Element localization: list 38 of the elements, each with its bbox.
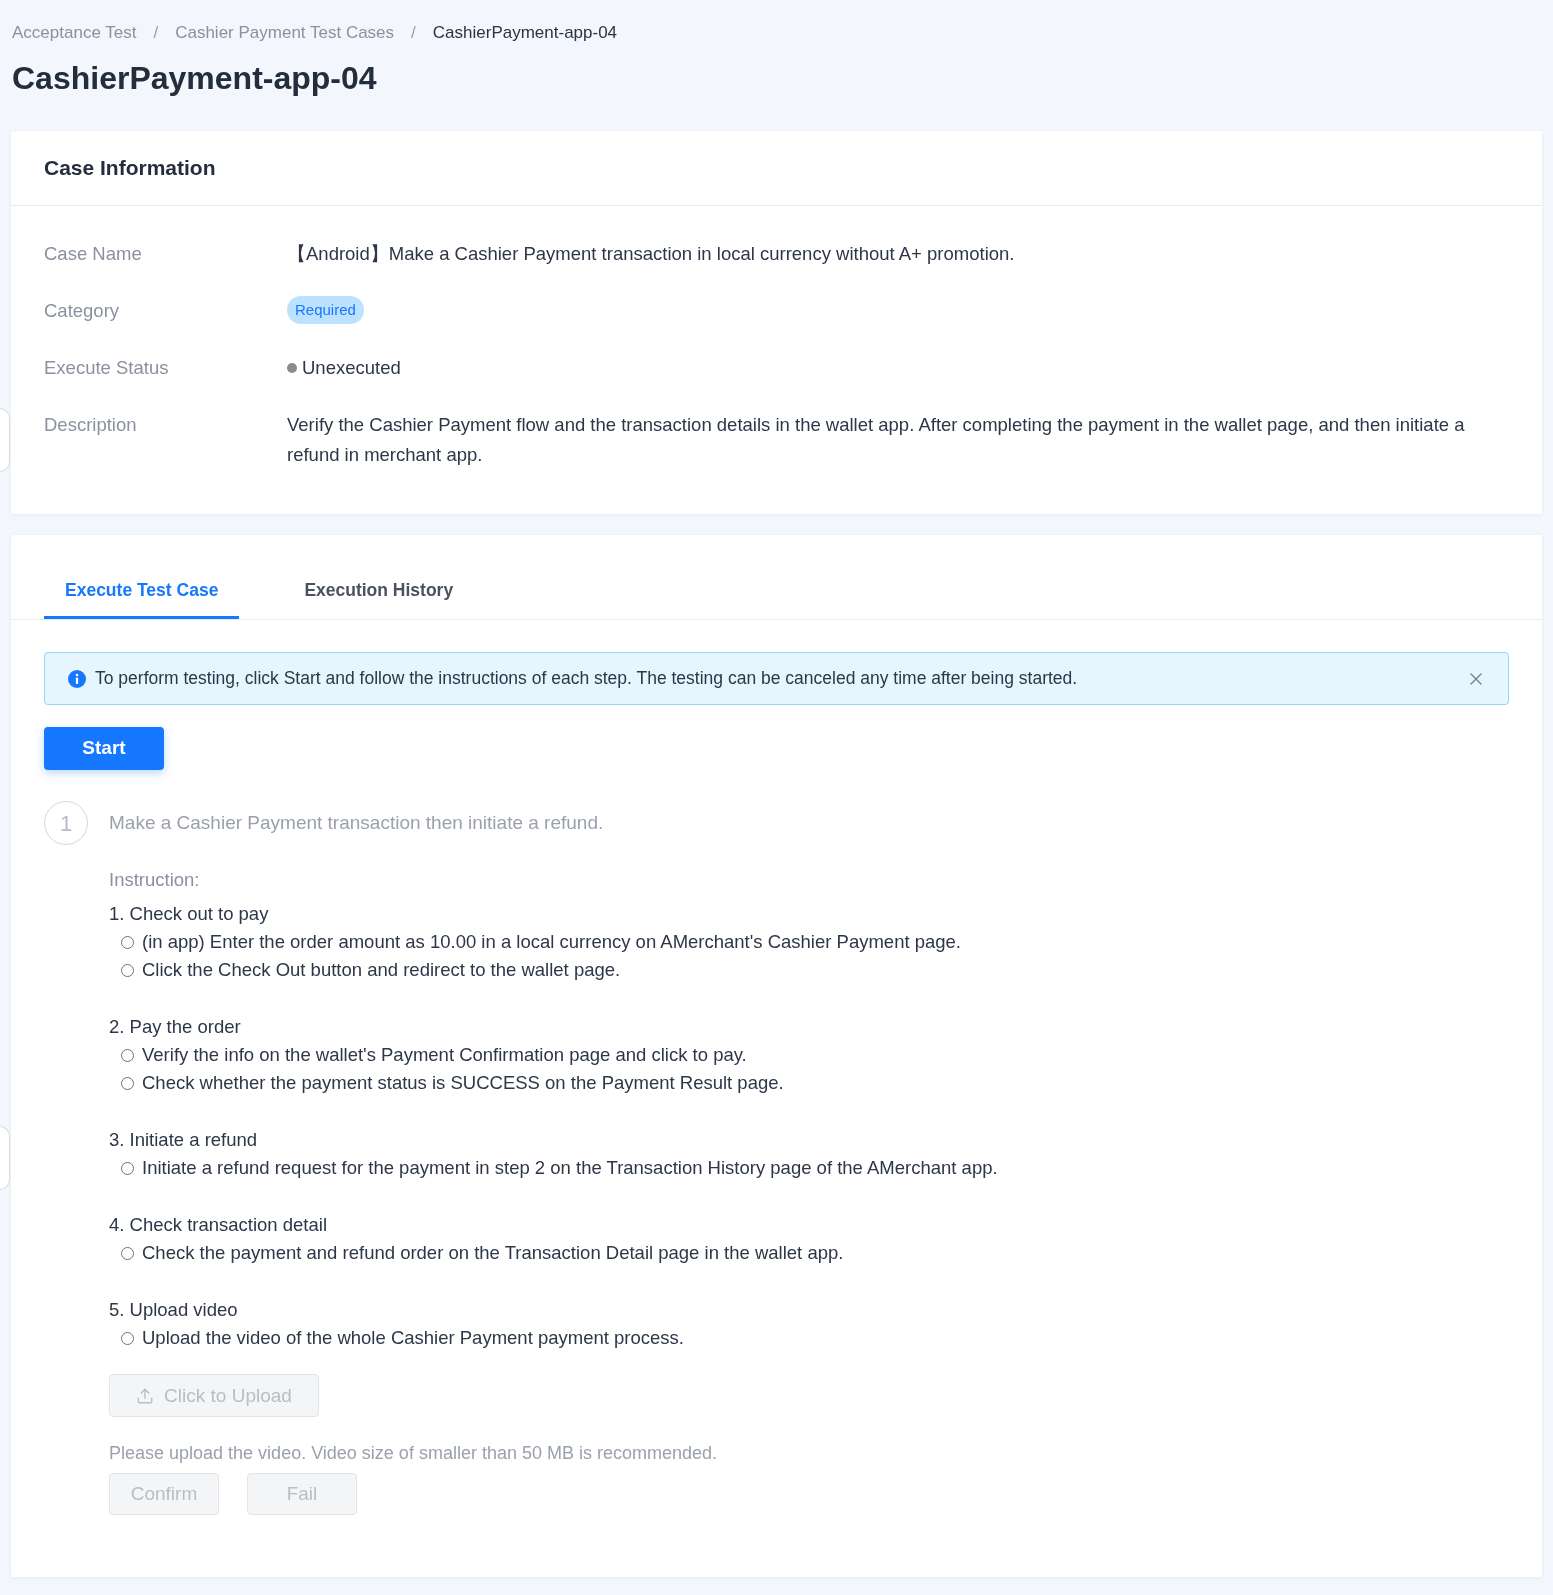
breadcrumb-current: CashierPayment-app-04 <box>432 22 618 44</box>
info-icon <box>68 669 86 688</box>
breadcrumb-separator: / <box>411 22 416 44</box>
instruction-item: Upload the video of the whole Cashier Payment payment process. <box>142 1326 684 1350</box>
status-text: Unexecuted <box>302 356 401 380</box>
field-label: Case Name <box>44 243 142 264</box>
instruction-heading: 1. Check out to pay <box>109 902 269 926</box>
side-handle[interactable] <box>0 408 10 472</box>
tab[interactable]: Execute Test Case <box>44 564 240 619</box>
field-label: Description <box>44 414 137 435</box>
instruction-label: Instruction: <box>109 868 200 892</box>
breadcrumb-link[interactable]: Cashier Payment Test Cases <box>175 20 395 46</box>
alert-text: To perform testing, click Start and follow the instructions of each step. The testing can be canceled any time after being started. <box>95 667 1079 691</box>
upload-icon <box>136 1386 155 1405</box>
instruction-heading: 5. Upload video <box>109 1298 238 1322</box>
instruction-heading: 4. Check transaction detail <box>109 1213 327 1237</box>
instruction-heading: 2. Pay the order <box>109 1015 241 1039</box>
instruction-item: Verify the info on the wallet's Payment Confirmation page and click to pay. <box>142 1043 747 1067</box>
instruction-item: Check whether the payment status is SUCCESS on the Payment Result page. <box>142 1071 784 1095</box>
breadcrumb-link[interactable]: Acceptance Test <box>12 20 137 46</box>
instruction-heading: 3. Initiate a refund <box>109 1128 258 1152</box>
field-value: 【Android】Make a Cashier Payment transaction in local currency without A+ promotion. <box>287 243 1015 264</box>
page-title: CashierPayment-app-04 <box>11 59 377 98</box>
field-value: Verify the Cashier Payment flow and the transaction details in the wallet app. After completing the payment in the wallet page, and then initiate a refund in merchant app. <box>287 414 1465 465</box>
upload-hint: Please upload the video. Video size of smaller than 50 MB is recommended. <box>109 1442 717 1465</box>
tab[interactable]: Execution History <box>283 564 475 619</box>
category-tag: Required <box>287 296 364 324</box>
side-handle[interactable] <box>0 1126 10 1190</box>
field-label: Category <box>44 300 120 321</box>
instruction-item: Initiate a refund request for the payment in step 2 on the Transaction History page of the AMerchant app. <box>142 1156 998 1180</box>
instruction-item: Check the payment and refund order on the Transaction Detail page in the wallet app. <box>142 1241 844 1265</box>
card-title: Case Information <box>44 155 216 182</box>
instruction-item: (in app) Enter the order amount as 10.00 in a local currency on AMerchant's Cashier Payment page. <box>142 930 961 954</box>
breadcrumb-separator: / <box>153 22 159 44</box>
instruction-item: Click the Check Out button and redirect to the wallet page. <box>142 958 621 982</box>
step-title: Make a Cashier Payment transaction then initiate a refund. <box>109 810 604 835</box>
start-button[interactable]: Start <box>44 727 164 770</box>
field-label: Execute Status <box>44 357 169 378</box>
